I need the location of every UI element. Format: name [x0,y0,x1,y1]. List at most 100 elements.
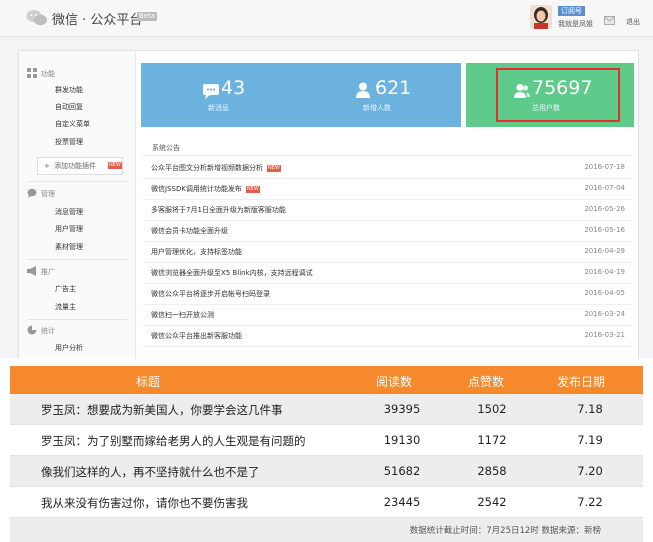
sidebar-item-publisher[interactable]: 流量主 [55,302,76,312]
top-bar: 微信 · 公众平台 Beta 订阅号 我就是凤姐 退出 [0,0,653,37]
notice-title: 微信会员卡功能全面升级 [151,227,228,235]
notice-title: 用户管理优化，支持标签功能 [151,248,242,256]
new-badge: NEW [245,186,260,193]
read-count: 39395 [383,402,421,416]
sidebar-section-features: 功能 [41,70,55,78]
new-users-count[interactable]: 621 [375,77,411,99]
mail-icon[interactable] [604,16,615,25]
notice-divider [143,155,633,156]
stats-panel: 43 新消息 621 新增人数 [141,63,461,127]
plus-icon: + [44,162,50,170]
main-panel: 功能 群发功能 自动回复 自定义菜单 投票管理 + 添加功能插件 NEW 管理 … [18,50,639,359]
add-plugin-button[interactable]: + 添加功能插件 NEW [37,157,123,175]
notice-date: 2016-04-19 [584,268,625,276]
grid-icon [27,68,37,78]
article-title: 像我们这样的人，再不坚持就什么也不是了 [41,465,260,479]
notice-title: 微信扫一扫开放公测 [151,311,214,319]
sidebar-divider [27,319,127,320]
notice-row[interactable]: 微信会员卡功能全面升级 2016-05-16 [143,220,633,242]
notice-date: 2016-07-04 [584,184,625,192]
header-title: 标题 [136,375,161,389]
sidebar-section-promote: 推广 [41,268,55,276]
notice-row[interactable]: 用户管理优化，支持标签功能 2016-04-29 [143,241,633,263]
sidebar-item-users[interactable]: 用户管理 [55,224,83,234]
notice-title: 多客服将于7月1日全面升级为新版客服功能 [151,206,286,214]
notice-row[interactable]: 公众平台图文分析新增视频数据分析 NEW 2016-07-18 [143,157,633,179]
table-footnote: 数据统计截止时间：7月25日12时 数据来源：新榜 [10,518,643,542]
highlight-annotation-box [496,68,620,122]
notice-heading: 系统公告 [152,144,180,152]
notice-title: 微信公众平台推出新客服功能 [151,332,242,340]
notice-date: 2016-04-29 [584,247,625,255]
table-row: 罗玉凤：为了别墅而嫁给老男人的人生观是有问题的 19130 1172 7.19 [10,425,643,456]
like-count: 1502 [477,402,507,416]
sidebar-item-messages[interactable]: 消息管理 [55,207,83,217]
new-users-label: 新增人数 [363,104,391,112]
table-row: 像我们这样的人，再不坚持就什么也不是了 51682 2858 7.20 [10,456,643,487]
message-icon [203,84,219,99]
sidebar: 功能 群发功能 自动回复 自定义菜单 投票管理 + 添加功能插件 NEW 管理 … [19,51,136,359]
app-title: 微信 · 公众平台 [52,13,143,28]
new-messages-count[interactable]: 43 [221,77,245,99]
table-header: 标题 阅读数 点赞数 发布日期 [10,366,643,394]
table-row: 我从来没有伤害过你，请你也不要伤害我 23445 2542 7.22 [10,487,643,518]
sidebar-item-auto-reply[interactable]: 自动回复 [55,102,83,112]
publish-date: 7.22 [577,495,603,509]
notice-date: 2016-03-24 [584,310,625,318]
sidebar-section-manage: 管理 [41,190,55,198]
publish-date: 7.19 [577,433,603,447]
person-icon [356,82,370,98]
article-title: 罗玉凤：想要成为新美国人，你要学会这几件事 [41,403,283,417]
notice-row[interactable]: 微信公众平台推出新客服功能 2016-03-21 [143,325,633,347]
add-plugin-label: 添加功能插件 [54,162,96,170]
sidebar-item-advertiser[interactable]: 广告主 [55,284,76,294]
notice-title: 微信公众平台将逐步开启帐号扫码登录 [151,290,270,298]
new-badge: NEW [267,165,281,172]
logout-link[interactable]: 退出 [626,17,640,27]
notice-date: 2016-05-16 [584,226,625,234]
notice-row[interactable]: 微信JSSDK调用统计功能发布 NEW 2016-07-04 [143,178,633,200]
notice-row[interactable]: 微信浏览器全面升级至X5 Blink内核，支持远程调试 2016-04-19 [143,262,633,284]
avatar-portrait-icon [530,5,552,29]
account-name[interactable]: 我就是凤姐 [558,19,593,29]
sidebar-item-vote[interactable]: 投票管理 [55,137,83,147]
beta-badge: Beta [137,12,158,21]
like-count: 2542 [477,495,507,509]
notice-row[interactable]: 多客服将于7月1日全面升级为新版客服功能 2016-05-26 [143,199,633,221]
notice-row[interactable]: 微信公众平台将逐步开启帐号扫码登录 2016-04-05 [143,283,633,305]
wechat-admin-screenshot: 微信 · 公众平台 Beta 订阅号 我就是凤姐 退出 功能 群发功能 自动回复… [0,0,653,359]
account-type-badge: 订阅号 [558,6,585,16]
sidebar-item-custom-menu[interactable]: 自定义菜单 [55,119,90,129]
sidebar-divider [27,181,127,182]
notice-row[interactable]: 微信扫一扫开放公测 2016-03-24 [143,304,633,326]
notice-title: 公众平台图文分析新增视频数据分析 NEW [151,164,281,172]
sidebar-divider [27,259,127,260]
megaphone-icon [27,266,36,276]
notice-date: 2016-03-21 [584,331,625,339]
avatar[interactable] [530,5,552,29]
article-title: 罗玉凤：为了别墅而嫁给老男人的人生观是有问题的 [41,434,306,448]
data-source-note: 数据统计截止时间：7月25日12时 数据来源：新榜 [409,526,601,536]
chat-bubble-icon [27,188,37,198]
like-count: 2858 [477,464,507,478]
sidebar-item-mass-send[interactable]: 群发功能 [55,85,83,95]
pie-chart-icon [27,325,37,335]
publish-date: 7.20 [577,464,603,478]
read-count: 51682 [383,464,421,478]
new-messages-label: 新消息 [208,104,229,112]
wechat-logo-icon [26,10,47,26]
notice-title: 微信浏览器全面升级至X5 Blink内核，支持远程调试 [151,269,313,277]
article-title: 我从来没有伤害过你，请你也不要伤害我 [41,496,248,510]
table-row: 罗玉凤：想要成为新美国人，你要学会这几件事 39395 1502 7.18 [10,394,643,425]
sidebar-item-user-analysis[interactable]: 用户分析 [55,343,83,353]
like-count: 1172 [477,433,507,447]
notice-title: 微信JSSDK调用统计功能发布 NEW [151,185,260,193]
header-reads: 阅读数 [376,375,413,389]
notice-date: 2016-07-18 [584,163,625,171]
header-date: 发布日期 [557,375,606,389]
notice-date: 2016-05-26 [584,205,625,213]
header-likes: 点赞数 [468,375,505,389]
sidebar-section-stats: 统计 [41,327,55,335]
read-count: 19130 [383,433,421,447]
sidebar-item-materials[interactable]: 素材管理 [55,242,83,252]
